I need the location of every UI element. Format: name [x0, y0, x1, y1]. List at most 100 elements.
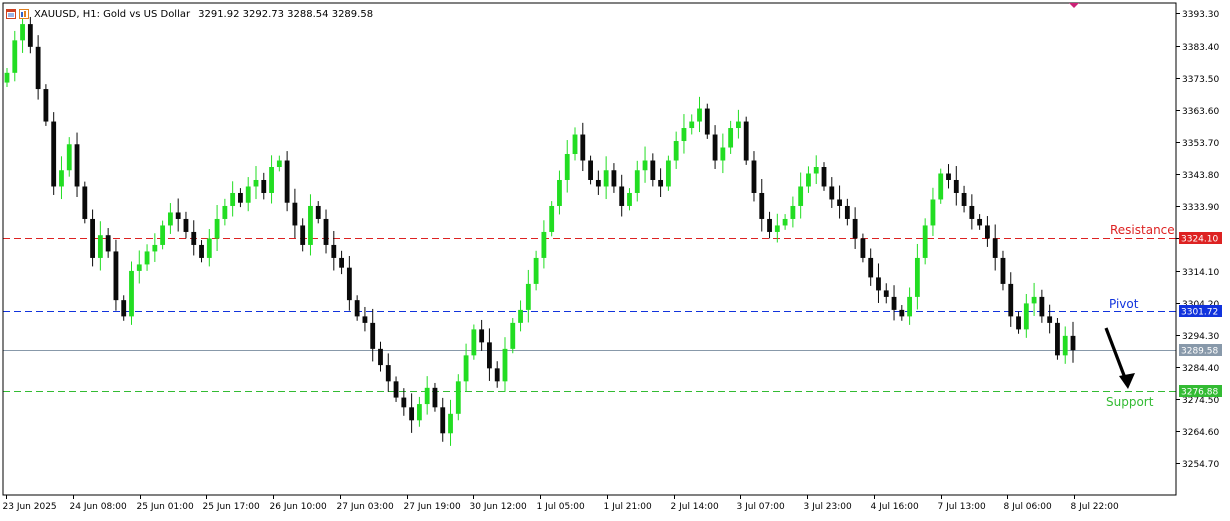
candle-bear	[479, 329, 485, 343]
x-tick-label: 27 Jun 19:00	[404, 502, 461, 512]
candle-bear	[860, 238, 866, 258]
price-chart[interactable]: 3393.30 3383.40 3373.50 3363.60 3353.70 3343.…	[0, 0, 1230, 517]
candle-bear	[1000, 257, 1006, 284]
candle-bear	[961, 192, 967, 206]
candle-bear	[588, 160, 593, 180]
candle-bear	[331, 244, 337, 258]
symbol-menu-icon[interactable]	[19, 9, 29, 19]
candle-bear	[385, 365, 391, 382]
plot-border	[2, 2, 1177, 496]
candle-bull	[206, 238, 212, 258]
candle-bear	[90, 218, 96, 258]
candle-bear	[261, 179, 267, 193]
candle-bear	[346, 267, 352, 301]
candle-bear	[876, 277, 881, 291]
candle-bull	[564, 154, 570, 180]
candle-bear	[751, 160, 757, 193]
x-tick-label: 2 Jul 14:00	[671, 502, 720, 512]
candle-bear	[992, 238, 998, 258]
candle-bull	[4, 72, 10, 83]
candle-bear	[113, 251, 119, 301]
candle-bull	[627, 192, 632, 206]
y-tick-label: 3264.60	[1182, 428, 1219, 438]
candle-bear	[743, 121, 749, 161]
candle-bear	[362, 316, 368, 323]
down-arrow-shaft	[1104, 327, 1127, 379]
horizontal-levels	[3, 238, 1176, 392]
symbol-title: XAUUSD, H1: Gold vs US Dollar	[34, 8, 191, 20]
candle-bull	[922, 225, 928, 258]
y-tick-label: 3353.70	[1182, 139, 1219, 149]
x-tick-label: 4 Jul 16:00	[871, 502, 920, 512]
x-tick-label: 30 Jun 12:00	[470, 502, 527, 512]
candle-bear	[401, 397, 407, 408]
candle-bull	[642, 160, 648, 171]
candle-bear	[284, 160, 290, 203]
chart-window-icon[interactable]	[6, 9, 16, 19]
candle-bear	[494, 368, 500, 382]
candle-bull	[798, 186, 804, 206]
candle-bull	[448, 413, 453, 434]
candle-bear	[487, 342, 492, 369]
candle-bear	[899, 309, 905, 317]
x-tick-label: 25 Jun 17:00	[203, 502, 260, 512]
x-tick-label: 27 Jun 03:00	[337, 502, 394, 512]
down-arrow-head	[1119, 373, 1135, 389]
ohlc-values: 3291.92 3292.73 3288.54 3289.58	[198, 8, 374, 20]
candle-bull	[12, 40, 18, 73]
candle-bull	[806, 173, 811, 187]
candle-bull	[681, 128, 687, 142]
x-tick-label: 1 Jul 05:00	[537, 502, 586, 512]
candle-bull	[20, 24, 25, 41]
candle-bear	[432, 387, 438, 408]
candle-bull	[907, 296, 913, 317]
pivot-price-tag: 3301.72	[1181, 308, 1218, 318]
candle-bear	[759, 192, 765, 219]
candle-bull	[144, 251, 150, 265]
candle-bull	[160, 225, 166, 245]
chart-frame	[2, 2, 1177, 496]
support-price-tag: 3276.88	[1181, 388, 1218, 398]
candle-bear	[409, 407, 415, 421]
x-tick-label: 23 Jun 2025	[3, 502, 57, 512]
x-tick-label: 25 Jun 01:00	[137, 502, 194, 512]
candle-bull	[230, 192, 236, 206]
candle-bear	[292, 202, 298, 226]
candle-bull	[557, 179, 562, 206]
x-tick-label: 7 Jul 13:00	[938, 502, 987, 512]
trade-arrow-marker-icon[interactable]	[1069, 3, 1079, 8]
resistance-price-tag: 3324.10	[1181, 235, 1218, 245]
candle-bull	[1062, 335, 1068, 356]
chart-canvas[interactable]: 3393.30 3383.40 3373.50 3363.60 3353.70 3343.…	[0, 0, 1230, 517]
candle-bear	[74, 144, 80, 187]
candle-bear	[704, 108, 710, 135]
candle-bull	[66, 144, 72, 171]
support-label: Support	[1106, 395, 1154, 409]
candle-bear	[1055, 322, 1060, 356]
y-tick-label: 3284.40	[1182, 364, 1219, 374]
candle-bull	[673, 141, 679, 161]
y-tick-label: 3373.50	[1182, 75, 1219, 85]
candle-bear	[650, 160, 656, 180]
x-tick-label: 8 Jul 06:00	[1004, 502, 1053, 512]
candle-bear	[953, 179, 959, 193]
y-tick-label: 3294.30	[1182, 332, 1219, 342]
candle-bear	[27, 24, 33, 47]
x-tick-label: 3 Jul 23:00	[804, 502, 853, 512]
candle-bull	[1023, 303, 1029, 330]
x-tick-label: 24 Jun 08:00	[70, 502, 127, 512]
candle-bear	[300, 225, 306, 245]
candle-bull	[634, 170, 640, 193]
candle-bear	[611, 170, 617, 187]
candle-bear	[35, 46, 41, 90]
candle-bull	[97, 235, 103, 258]
candle-bull	[152, 244, 158, 252]
candle-bull	[253, 179, 259, 187]
candle-bear	[619, 186, 625, 206]
candle-bear	[339, 257, 344, 268]
candle-bull	[222, 205, 228, 219]
candle-bull	[572, 134, 578, 155]
candle-bear	[712, 134, 718, 161]
candle-bull	[510, 322, 516, 349]
candle-bull	[129, 270, 134, 317]
